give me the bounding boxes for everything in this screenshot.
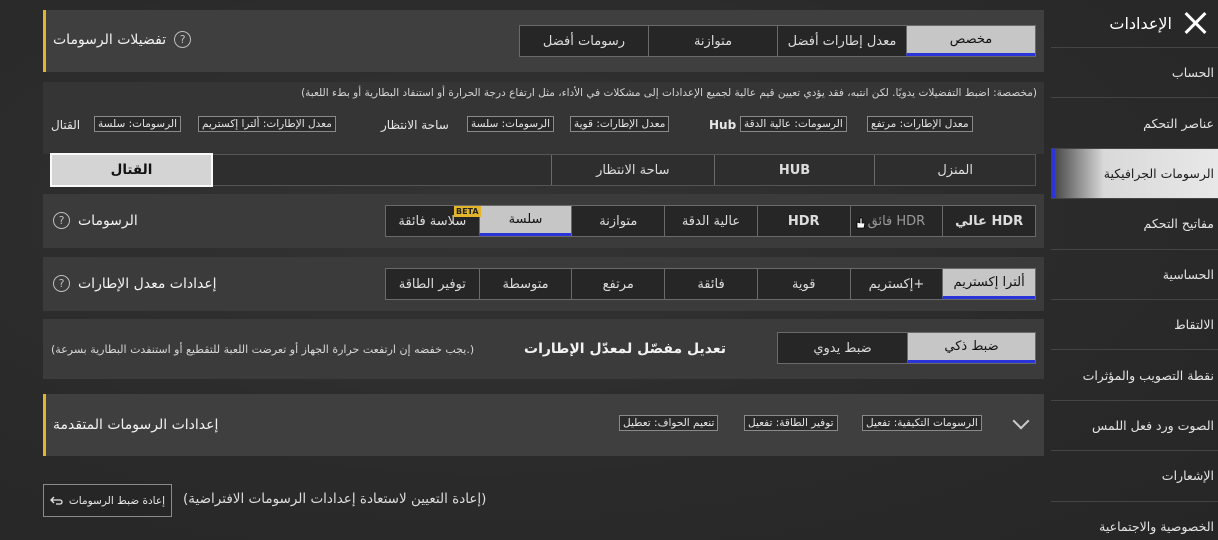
preferences-selector: مخصص معدل إطارات أفضل متوازنة رسومات أفض… [519,25,1036,57]
graphics-option-label: فائق HDR [867,213,926,229]
sidebar-item-graphics[interactable]: الرسومات الجرافيكية [1051,147,1218,199]
help-icon[interactable]: ? [174,31,192,48]
tab-home[interactable]: المنزل [874,155,1035,185]
graphics-option-super-smooth[interactable]: سلاسة فائقة BETA [385,206,481,236]
sidebar-item-label: الرسومات الجرافيكية [1103,165,1214,181]
fps-option-ultra-extreme[interactable]: ألترا إكستريم [942,269,1035,299]
preset-lobby-graphics: الرسومات: سلسة [467,116,554,132]
help-icon[interactable]: ? [53,212,70,229]
sidebar-item-notifications[interactable]: الإشعارات [1051,450,1218,500]
preset-combat-label: القتال [51,118,81,132]
preset-combat-fps: معدل الإطارات: ألترا إكستريم [198,116,336,132]
fps-option-high[interactable]: مرتفع [571,269,665,299]
pref-option-better-graphics[interactable]: رسومات أفضل [520,26,648,56]
graphics-option-hdr[interactable]: HDR [756,206,850,236]
sidebar-item-privacy-social[interactable]: الخصوصية والاجتماعية [1051,500,1218,540]
graphics-title-text: الرسومات [78,212,138,229]
graphics-option-hd[interactable]: عالية الدقة [664,206,757,236]
sidebar-item-label: عناصر التحكم [1143,115,1214,131]
preset-lobby-fps: معدل الإطارات: قوية [570,116,670,132]
sidebar-item-label: الحساب [1171,65,1214,81]
graphics-selector: عالي HDR فائق HDR HDR عالية الدقة متوازن… [385,205,1036,237]
preset-lobby-label: ساحة الانتظار [381,118,449,132]
fps-title: ? إعدادات معدل الإطارات [53,275,217,292]
fps-title-text: إعدادات معدل الإطارات [78,275,217,292]
beta-badge: BETA [453,206,481,217]
sidebar-item-account[interactable]: الحساب [1051,47,1218,97]
help-icon[interactable]: ? [53,275,70,292]
graphics-section: ? الرسومات عالي HDR فائق HDR HDR عالية ا… [43,194,1044,248]
fps-option-extreme-plus[interactable]: إكستريم+ [849,269,943,299]
sidebar-header: الإعدادات [1051,0,1218,46]
section-accent [43,394,46,456]
fps-section: ? إعدادات معدل الإطارات ألترا إكستريم إك… [43,257,1044,311]
reset-graphics-button[interactable]: إعادة ضبط الرسومات [43,484,172,517]
sidebar-item-label: الإشعارات [1161,468,1214,484]
undo-icon [50,496,63,505]
fps-option-strong[interactable]: قوية [756,269,850,299]
pref-option-custom[interactable]: مخصص [906,26,1035,56]
sidebar-item-pickup[interactable]: الالتقاط [1051,298,1218,349]
tab-lobby[interactable]: ساحة الانتظار [550,155,714,185]
fps-option-ultra[interactable]: فائقة [664,269,757,299]
settings-title: الإعدادات [1109,13,1172,33]
settings-sidebar: الإعدادات الحساب عناصر التحكم الرسومات ا… [1051,0,1218,540]
chevron-down-icon[interactable] [1012,412,1030,430]
sidebar-item-label: الالتقاط [1174,317,1214,333]
sidebar-item-sensitivity[interactable]: الحساسية [1051,248,1218,299]
settings-screen: الإعدادات الحساب عناصر التحكم الرسومات ا… [0,0,1218,540]
sidebar-item-keybindings[interactable]: مفاتيح التحكم [1051,198,1218,248]
sidebar-item-label: مفاتيح التحكم [1143,216,1214,232]
graphics-option-hdr-high[interactable]: عالي HDR [942,206,1035,236]
adaptive-fps-section: (يجب خفضه إن ارتفعت حرارة الجهاز أو تعرض… [43,319,1044,379]
preset-hub-graphics: الرسومات: عالية الدقة [740,116,847,132]
adaptive-fps-title: تعديل مفصّل لمعدّل الإطارات [524,341,727,357]
graphics-option-smooth[interactable]: سلسة [478,206,572,236]
advanced-tag-power-saving: توفير الطاقة: تفعيل [744,415,838,431]
pref-option-balanced[interactable]: متوازنة [648,26,777,56]
reset-button-label: إعادة ضبط الرسومات [68,494,166,507]
tab-combat[interactable]: القتال [50,153,213,187]
reset-note: (إعادة التعيين لاستعادة إعدادات الرسومات… [183,491,487,507]
sidebar-item-controls[interactable]: عناصر التحكم [1051,97,1218,147]
preferences-title-text: تفضيلات الرسومات [53,31,167,48]
sidebar-item-audio-haptics[interactable]: الصوت ورد فعل اللمس [1051,399,1218,450]
preset-hub-label: Hub [709,118,737,132]
sidebar-item-label: الحساسية [1162,266,1214,282]
graphics-title: ? الرسومات [53,212,138,229]
preferences-info: (مخصصة: اضبط التفضيلات يدويًا. لكن انتبه… [43,82,1044,154]
cursor-icon [856,217,866,229]
preset-combat-graphics: الرسومات: سلسة [94,116,181,132]
preferences-title: تفضيلات الرسومات ? [53,31,192,48]
fps-option-medium[interactable]: متوسطة [478,269,572,299]
sidebar-menu: الحساب عناصر التحكم الرسومات الجرافيكية … [1051,47,1218,540]
fps-option-power-saving[interactable]: توفير الطاقة [385,269,479,299]
adaptive-option-smart[interactable]: ضبط ذكي [907,333,1035,363]
sidebar-item-label: الصوت ورد فعل اللمس [1092,417,1214,433]
advanced-tag-adaptive: الرسومات التكيفية: تفعيل [862,415,982,431]
graphics-option-hdr-extreme[interactable]: فائق HDR [849,206,943,236]
preferences-section: تفضيلات الرسومات ? مخصص معدل إطارات أفضل… [43,10,1044,72]
graphics-option-balanced[interactable]: متوازنة [571,206,665,236]
advanced-tag-anti-aliasing: تنعيم الحواف: تعطيل [619,415,719,431]
adaptive-fps-selector: ضبط ذكي ضبط يدوي [777,332,1036,364]
preset-hub-fps: معدل الإطارات: مرتفع [867,116,973,132]
close-icon[interactable] [1182,10,1208,36]
preferences-note: (مخصصة: اضبط التفضيلات يدويًا. لكن انتبه… [301,87,1037,99]
sidebar-item-crosshair-effects[interactable]: نقطة التصويب والمؤثرات [1051,349,1218,399]
adaptive-fps-note: (يجب خفضه إن ارتفعت حرارة الجهاز أو تعرض… [51,343,475,356]
pref-option-better-fps[interactable]: معدل إطارات أفضل [777,26,906,56]
tab-hub[interactable]: HUB [713,155,875,185]
sidebar-item-label: الخصوصية والاجتماعية [1099,518,1214,534]
advanced-section[interactable]: الرسومات التكيفية: تفعيل توفير الطاقة: ت… [43,394,1044,456]
fps-selector: ألترا إكستريم إكستريم+ قوية فائقة مرتفع … [385,268,1036,300]
sidebar-item-label: نقطة التصويب والمؤثرات [1082,367,1214,383]
section-accent [43,10,46,72]
advanced-title: إعدادات الرسومات المتقدمة [53,417,219,433]
adaptive-option-manual[interactable]: ضبط يدوي [778,333,907,363]
